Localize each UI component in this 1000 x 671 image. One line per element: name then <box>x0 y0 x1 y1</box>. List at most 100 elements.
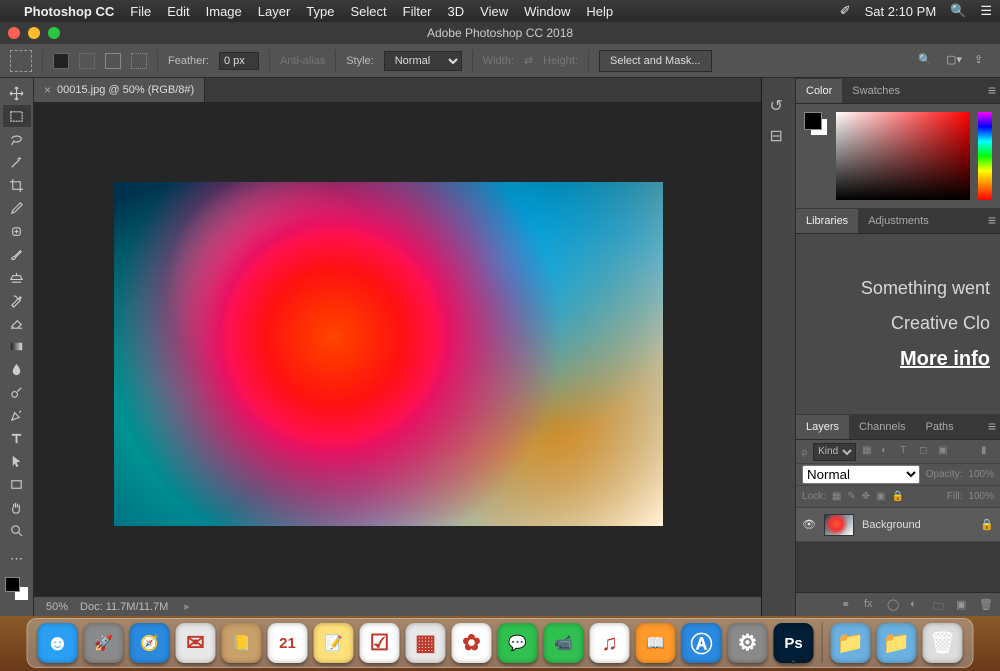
menu-select[interactable]: Select <box>350 4 386 19</box>
tab-layers[interactable]: Layers <box>796 415 849 439</box>
window-close-button[interactable] <box>8 27 20 39</box>
window-zoom-button[interactable] <box>48 27 60 39</box>
selection-new-icon[interactable] <box>53 53 69 69</box>
spotlight-icon[interactable]: 🔍 <box>950 3 966 19</box>
lock-all-icon[interactable]: 🔒 <box>892 491 904 502</box>
dock-app-messages[interactable]: 💬 <box>498 623 538 663</box>
brush-tool[interactable] <box>3 243 31 265</box>
libraries-panel-menu-icon[interactable]: ≡ <box>988 212 996 228</box>
dock-app-ibooks[interactable]: 📖 <box>636 623 676 663</box>
selection-intersect-icon[interactable] <box>131 53 147 69</box>
close-tab-icon[interactable]: × <box>44 83 51 97</box>
dock-app-downloads[interactable]: 📁 <box>831 623 871 663</box>
tab-color[interactable]: Color <box>796 79 842 103</box>
tab-channels[interactable]: Channels <box>849 415 915 439</box>
crop-tool[interactable] <box>3 174 31 196</box>
hue-slider[interactable] <box>978 112 992 200</box>
dock-app-mail[interactable]: ✉ <box>176 623 216 663</box>
clone-stamp-tool[interactable] <box>3 266 31 288</box>
filter-shape-icon[interactable]: ◻ <box>919 445 932 458</box>
pen-tool[interactable] <box>3 404 31 426</box>
history-brush-tool[interactable] <box>3 289 31 311</box>
layers-panel-menu-icon[interactable]: ≡ <box>988 418 996 434</box>
tab-libraries[interactable]: Libraries <box>796 209 858 233</box>
blur-tool[interactable] <box>3 358 31 380</box>
lasso-tool[interactable] <box>3 128 31 150</box>
history-panel-icon[interactable]: ↺ <box>770 96 788 114</box>
selection-subtract-icon[interactable] <box>105 53 121 69</box>
color-panel-swatches[interactable] <box>804 112 828 136</box>
dock-app-notes[interactable]: 📝 <box>314 623 354 663</box>
selection-add-icon[interactable] <box>79 53 95 69</box>
feather-input[interactable] <box>219 52 259 70</box>
layer-mask-icon[interactable]: ◯ <box>887 598 900 611</box>
filter-adjust-icon[interactable]: ◐ <box>881 445 894 458</box>
menu-image[interactable]: Image <box>206 4 242 19</box>
share-icon[interactable]: ⇪ <box>974 53 990 69</box>
dock-app-safari[interactable]: 🧭 <box>130 623 170 663</box>
edit-toolbar-icon[interactable]: ⋯ <box>3 548 31 570</box>
dock-app-photos[interactable]: ✿ <box>452 623 492 663</box>
dock-app-reminders[interactable]: ☑ <box>360 623 400 663</box>
color-field[interactable] <box>836 112 970 200</box>
dock-app-finder[interactable]: ☻ <box>38 623 78 663</box>
foreground-background-swatches[interactable] <box>5 577 29 601</box>
opacity-value[interactable]: 100% <box>968 469 994 480</box>
tab-adjustments[interactable]: Adjustments <box>858 209 939 233</box>
color-panel-menu-icon[interactable]: ≡ <box>988 82 996 98</box>
menubar-list-icon[interactable]: ☰ <box>980 3 992 19</box>
dock-app-trash[interactable]: 🗑 <box>923 623 963 663</box>
lock-artboard-icon[interactable]: ▣ <box>876 491 885 502</box>
menu-type[interactable]: Type <box>306 4 334 19</box>
dock-app-appstore[interactable]: Ⓐ <box>682 623 722 663</box>
layer-thumbnail[interactable] <box>824 514 854 536</box>
libraries-more-info-link[interactable]: More info <box>900 348 990 371</box>
dock-app-settings[interactable]: ⚙ <box>728 623 768 663</box>
doc-size[interactable]: Doc: 11.7M/11.7M <box>80 601 168 613</box>
menu-view[interactable]: View <box>480 4 508 19</box>
foreground-color-swatch[interactable] <box>5 577 20 592</box>
canvas-viewport[interactable] <box>34 102 761 596</box>
select-and-mask-button[interactable]: Select and Mask... <box>599 50 712 72</box>
zoom-level[interactable]: 50% <box>46 601 68 613</box>
lock-position-icon[interactable]: ✥ <box>862 491 870 502</box>
gradient-tool[interactable] <box>3 335 31 357</box>
adjustment-layer-icon[interactable]: ◐ <box>910 598 923 611</box>
layers-empty-area[interactable] <box>796 542 1000 592</box>
layer-visibility-icon[interactable]: 👁 <box>802 518 816 531</box>
link-layers-icon[interactable]: ⚭ <box>841 598 854 611</box>
menu-edit[interactable]: Edit <box>167 4 189 19</box>
menubar-clock[interactable]: Sat 2:10 PM <box>865 4 937 19</box>
dodge-tool[interactable] <box>3 381 31 403</box>
menu-filter[interactable]: Filter <box>403 4 432 19</box>
dock-app-calendar[interactable]: 21 <box>268 623 308 663</box>
menu-3d[interactable]: 3D <box>448 4 465 19</box>
dock-app-facetime[interactable]: 📹 <box>544 623 584 663</box>
current-tool-icon[interactable] <box>10 50 32 72</box>
filter-type-icon[interactable]: T <box>900 445 913 458</box>
lock-pixels-icon[interactable]: ▦ <box>832 491 841 502</box>
canvas-image[interactable] <box>114 182 663 526</box>
app-menu[interactable]: Photoshop CC <box>24 4 114 19</box>
layer-lock-icon[interactable]: 🔒 <box>980 518 994 531</box>
eraser-tool[interactable] <box>3 312 31 334</box>
tab-paths[interactable]: Paths <box>916 415 964 439</box>
dock-app-documents[interactable]: 📁 <box>877 623 917 663</box>
blend-mode-select[interactable]: Normal <box>802 465 920 484</box>
hand-tool[interactable] <box>3 496 31 518</box>
rectangular-marquee-tool[interactable] <box>3 105 31 127</box>
dock-app-launchpad[interactable]: 🚀 <box>84 623 124 663</box>
filter-toggle-icon[interactable]: ▮ <box>981 445 994 458</box>
filter-pixel-icon[interactable]: ▦ <box>862 445 875 458</box>
layer-kind-filter[interactable]: Kind <box>813 443 856 461</box>
move-tool[interactable] <box>3 82 31 104</box>
layer-row-background[interactable]: 👁 Background 🔒 <box>796 508 1000 542</box>
dock-app-contacts[interactable]: 📒 <box>222 623 262 663</box>
layer-group-icon[interactable]: 🗀 <box>933 598 946 611</box>
window-minimize-button[interactable] <box>28 27 40 39</box>
tab-swatches[interactable]: Swatches <box>842 79 910 103</box>
new-layer-icon[interactable]: ▣ <box>956 598 969 611</box>
path-selection-tool[interactable] <box>3 450 31 472</box>
dock-app-photoshop[interactable]: Ps <box>774 623 814 663</box>
eyedropper-tool[interactable] <box>3 197 31 219</box>
